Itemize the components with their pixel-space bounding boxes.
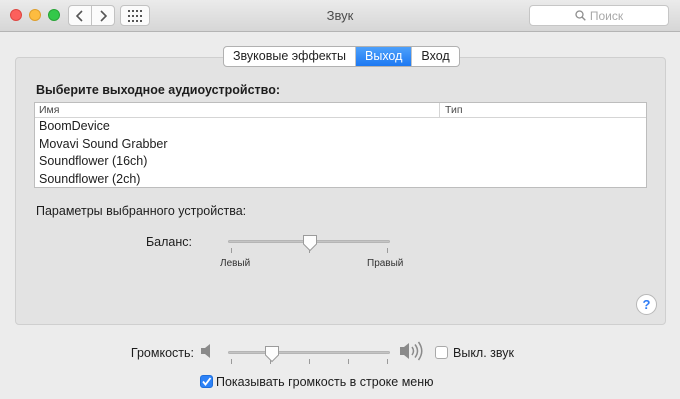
tab-bar: Звуковые эффекты Выход Вход bbox=[223, 46, 460, 67]
tab-output[interactable]: Выход bbox=[356, 47, 413, 66]
balance-label: Баланс: bbox=[145, 235, 192, 249]
table-row[interactable]: Soundflower (16ch) bbox=[35, 153, 646, 171]
volume-slider-thumb[interactable] bbox=[264, 345, 280, 363]
volume-tick bbox=[387, 359, 388, 364]
balance-slider-thumb[interactable] bbox=[302, 234, 318, 252]
table-row[interactable]: Movavi Sound Grabber bbox=[35, 136, 646, 154]
title-bar: Звук Поиск bbox=[0, 0, 680, 32]
search-icon bbox=[575, 10, 586, 21]
tab-input[interactable]: Вход bbox=[412, 47, 458, 66]
balance-left-label: Левый bbox=[220, 258, 251, 269]
volume-label: Громкость: bbox=[130, 346, 194, 360]
mute-label[interactable]: Выкл. звук bbox=[453, 346, 514, 360]
balance-tick-left bbox=[231, 248, 232, 253]
table-row[interactable]: Soundflower (2ch) bbox=[35, 171, 646, 188]
speaker-high-icon bbox=[400, 341, 423, 361]
column-header-name[interactable]: Имя bbox=[39, 104, 59, 116]
show-volume-in-menu-bar-checkbox[interactable] bbox=[200, 375, 213, 388]
table-header: Имя Тип bbox=[35, 103, 646, 118]
table-row[interactable]: BoomDevice bbox=[35, 118, 646, 136]
help-button[interactable]: ? bbox=[636, 294, 657, 315]
volume-tick bbox=[231, 359, 232, 364]
search-placeholder: Поиск bbox=[589, 8, 624, 23]
mute-checkbox[interactable] bbox=[435, 346, 448, 359]
column-header-type[interactable]: Тип bbox=[439, 103, 463, 118]
output-device-table: Имя Тип BoomDevice Movavi Sound Grabber … bbox=[34, 102, 647, 188]
volume-tick bbox=[348, 359, 349, 364]
speaker-low-icon bbox=[201, 344, 210, 358]
device-params-label: Параметры выбранного устройства: bbox=[36, 204, 247, 218]
sound-preferences-window: Звук Поиск Звуковые эффекты Выход Вход В… bbox=[0, 0, 680, 399]
output-panel bbox=[15, 57, 666, 325]
search-field[interactable]: Поиск bbox=[529, 5, 669, 26]
output-device-heading: Выберите выходное аудиоустройство: bbox=[36, 83, 281, 97]
tab-sound-effects[interactable]: Звуковые эффекты bbox=[224, 47, 356, 66]
show-volume-in-menu-bar-label[interactable]: Показывать громкость в строке меню bbox=[216, 375, 434, 389]
balance-right-label: Правый bbox=[367, 258, 404, 269]
volume-tick bbox=[309, 359, 310, 364]
volume-slider-track[interactable] bbox=[228, 351, 390, 354]
balance-tick-right bbox=[387, 248, 388, 253]
checkmark-icon bbox=[202, 377, 212, 386]
